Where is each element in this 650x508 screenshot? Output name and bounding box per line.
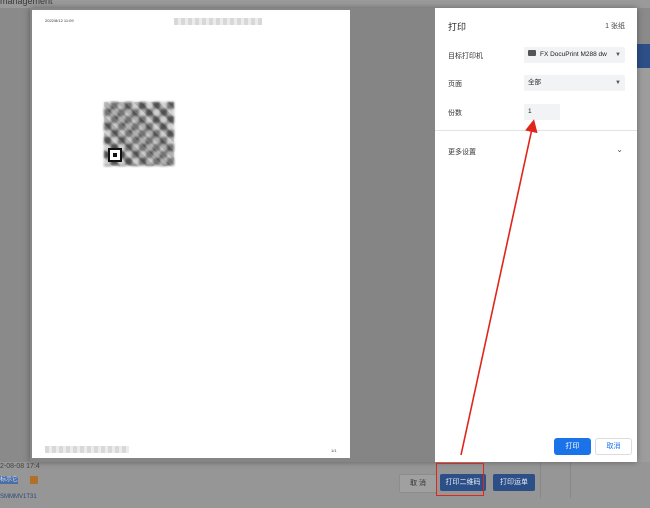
copies-label: 份数 xyxy=(448,110,462,117)
app-grid-cell xyxy=(540,462,637,498)
app-top-bar xyxy=(0,0,650,8)
app-right-header xyxy=(636,44,650,68)
dialog-title: 打印 xyxy=(448,22,467,32)
app-title: management xyxy=(0,0,53,6)
caret-down-icon: ▼ xyxy=(615,52,621,58)
qr-finder-pattern xyxy=(108,148,122,162)
preview-page: 2022/8/12 11:09 1/1 xyxy=(32,10,350,458)
destination-select[interactable]: FX DocuPrint M288 dw ▼ xyxy=(524,47,625,63)
destination-label: 目标打印机 xyxy=(448,53,483,60)
app-right-panel xyxy=(636,68,650,508)
app-cancel-button[interactable]: 取 消 xyxy=(399,474,437,493)
app-status-chip: 标示它 xyxy=(0,476,19,484)
preview-date: 2022/8/12 11:09 xyxy=(45,18,74,23)
app-grid-divider xyxy=(570,462,571,498)
print-preview-area: 2022/8/12 11:09 1/1 xyxy=(30,8,435,462)
annotation-highlight-box xyxy=(436,463,484,496)
pages-label: 页面 xyxy=(448,81,462,88)
print-button[interactable]: 打印 xyxy=(554,438,591,455)
preview-page-number: 1/1 xyxy=(331,448,337,453)
caret-down-icon: ▼ xyxy=(615,80,621,86)
print-shipment-button[interactable]: 打印运单 xyxy=(493,474,535,491)
app-date: 2-08-08 17:4 xyxy=(0,463,40,470)
print-dialog: 2022/8/12 11:09 1/1 打印 1 张纸 目标打印机 FX Doc… xyxy=(30,8,637,462)
sheet-count: 1 张纸 xyxy=(605,23,625,30)
copies-input[interactable]: 1 xyxy=(524,104,560,120)
app-tracking-link[interactable]: SMMMV1T31 xyxy=(0,494,37,500)
chevron-down-icon[interactable]: ⌄ xyxy=(616,145,623,154)
pages-value: 全部 xyxy=(528,79,541,86)
settings-divider xyxy=(435,130,637,131)
destination-value: FX DocuPrint M288 dw xyxy=(540,51,607,58)
print-settings-panel: 打印 1 张纸 目标打印机 FX DocuPrint M288 dw ▼ 页面 … xyxy=(435,8,637,462)
more-settings-toggle[interactable]: 更多设置 xyxy=(448,147,476,157)
cancel-button[interactable]: 取消 xyxy=(595,438,632,455)
app-status-chip-2 xyxy=(30,476,38,484)
preview-header-blurred xyxy=(174,18,262,25)
pages-select[interactable]: 全部 ▼ xyxy=(524,75,625,91)
printer-icon xyxy=(528,50,536,57)
preview-footer-blurred xyxy=(45,446,129,453)
